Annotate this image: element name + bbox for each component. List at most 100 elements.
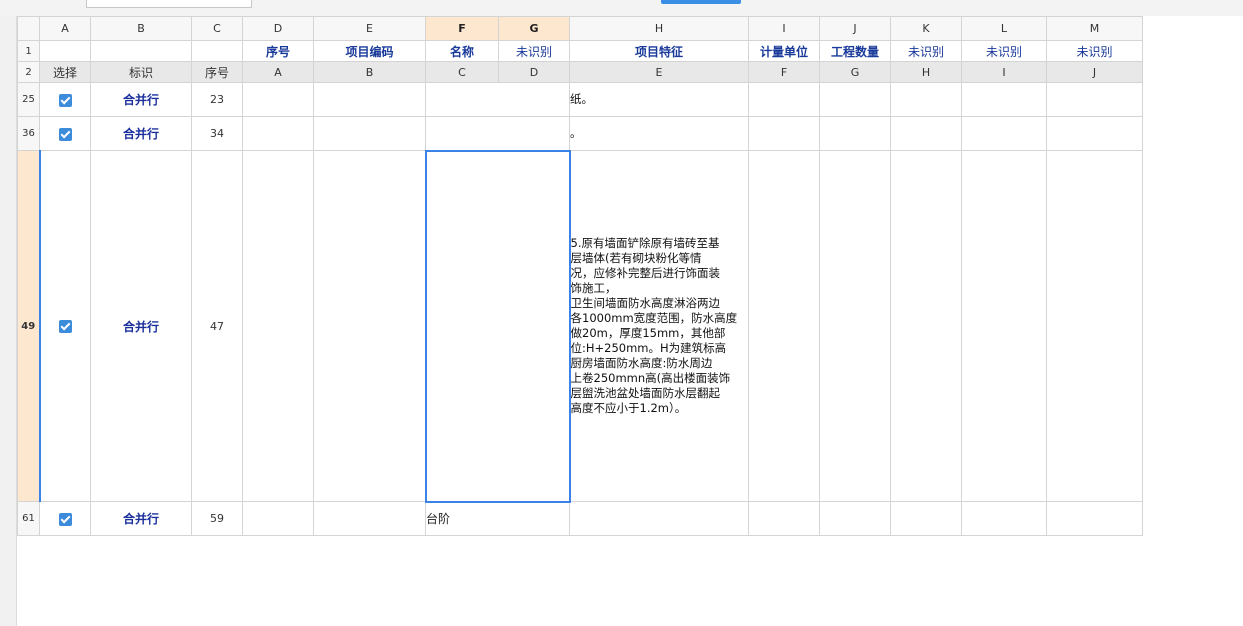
row-number[interactable]: 61: [17, 501, 40, 536]
cell-b1[interactable]: [90, 40, 192, 62]
cell-l1[interactable]: 未识别: [961, 40, 1047, 62]
cell-e1[interactable]: 项目编码: [313, 40, 426, 62]
col-header-m[interactable]: M: [1046, 16, 1143, 41]
select-cell[interactable]: [39, 116, 91, 151]
cell-m1[interactable]: 未识别: [1046, 40, 1143, 62]
col-header-f[interactable]: F: [425, 16, 499, 41]
col-header-i[interactable]: I: [748, 16, 820, 41]
cell[interactable]: [242, 501, 314, 536]
description-cell[interactable]: 5.原有墙面铲除原有墙砖至基 层墙体(若有砌块粉化等情 况，应修补完整后进行饰面…: [569, 150, 749, 502]
col-header-c[interactable]: C: [191, 16, 243, 41]
cell[interactable]: [1046, 116, 1143, 151]
row-number[interactable]: 49: [17, 150, 41, 502]
cell[interactable]: [242, 150, 314, 502]
cell-e2[interactable]: B: [313, 61, 426, 83]
corner-cell[interactable]: [17, 16, 40, 41]
checkbox-checked-icon[interactable]: [58, 127, 72, 141]
cell-a1[interactable]: [39, 40, 91, 62]
cell-g1[interactable]: 未识别: [498, 40, 570, 62]
row-number[interactable]: 25: [17, 82, 40, 117]
cell[interactable]: [1046, 150, 1143, 502]
cell[interactable]: [819, 116, 891, 151]
cell[interactable]: [819, 150, 891, 502]
search-input[interactable]: [86, 0, 252, 8]
cell[interactable]: [1046, 82, 1143, 117]
cell[interactable]: [890, 116, 962, 151]
cell-f1[interactable]: 名称: [425, 40, 499, 62]
cell-j1[interactable]: 工程数量: [819, 40, 891, 62]
cell[interactable]: [748, 150, 820, 502]
cell-k1[interactable]: 未识别: [890, 40, 962, 62]
name-cell[interactable]: 台阶: [425, 501, 570, 536]
cell-f2[interactable]: C: [425, 61, 499, 83]
cell-h2[interactable]: E: [569, 61, 749, 83]
select-cell[interactable]: [39, 150, 91, 502]
cell[interactable]: [313, 150, 426, 502]
tag-cell[interactable]: 合并行: [90, 116, 192, 151]
cell[interactable]: [819, 82, 891, 117]
cell[interactable]: [1046, 501, 1143, 536]
tag-cell[interactable]: 合并行: [90, 501, 192, 536]
cell-c2[interactable]: 序号: [191, 61, 243, 83]
row-number[interactable]: 1: [17, 40, 40, 62]
col-header-a[interactable]: A: [39, 16, 91, 41]
seq-cell[interactable]: 59: [191, 501, 243, 536]
cell[interactable]: [961, 501, 1047, 536]
description-cell[interactable]: [569, 501, 749, 536]
cell[interactable]: [242, 116, 314, 151]
col-header-d[interactable]: D: [242, 16, 314, 41]
col-header-b[interactable]: B: [90, 16, 192, 41]
cell-m2[interactable]: J: [1046, 61, 1143, 83]
col-header-k[interactable]: K: [890, 16, 962, 41]
cell[interactable]: [748, 82, 820, 117]
col-header-g[interactable]: G: [498, 16, 570, 41]
checkbox-checked-icon[interactable]: [58, 512, 72, 526]
col-header-j[interactable]: J: [819, 16, 891, 41]
cell[interactable]: [313, 501, 426, 536]
cell-g2[interactable]: D: [498, 61, 570, 83]
cell[interactable]: [748, 116, 820, 151]
checkbox-checked-icon[interactable]: [58, 320, 72, 333]
tag-cell[interactable]: 合并行: [90, 82, 192, 117]
cell[interactable]: [313, 82, 426, 117]
cell[interactable]: [961, 150, 1047, 502]
cell-j2[interactable]: G: [819, 61, 891, 83]
cell-b2[interactable]: 标识: [90, 61, 192, 83]
cell[interactable]: [961, 82, 1047, 117]
name-cell[interactable]: [425, 116, 570, 151]
select-cell[interactable]: [39, 82, 91, 117]
cell-a2[interactable]: 选择: [39, 61, 91, 83]
row-number[interactable]: 2: [17, 61, 40, 83]
description-cell[interactable]: 纸。: [569, 82, 749, 117]
seq-cell[interactable]: 34: [191, 116, 243, 151]
cell[interactable]: [890, 501, 962, 536]
name-cell[interactable]: [425, 82, 570, 117]
cell-d2[interactable]: A: [242, 61, 314, 83]
col-header-h[interactable]: H: [569, 16, 749, 41]
description-cell[interactable]: 。: [569, 116, 749, 151]
cell[interactable]: [819, 501, 891, 536]
cell-l2[interactable]: I: [961, 61, 1047, 83]
cell-c1[interactable]: [191, 40, 243, 62]
cell-h1[interactable]: 项目特征: [569, 40, 749, 62]
cell-d1[interactable]: 序号: [242, 40, 314, 62]
cell[interactable]: [961, 116, 1047, 151]
tag-cell[interactable]: 合并行: [90, 150, 192, 502]
cell[interactable]: [748, 501, 820, 536]
row-number[interactable]: 36: [17, 116, 40, 151]
cell-i1[interactable]: 计量单位: [748, 40, 820, 62]
checkbox-checked-icon[interactable]: [58, 93, 72, 107]
name-cell-selected[interactable]: [424, 149, 571, 503]
col-header-e[interactable]: E: [313, 16, 426, 41]
col-header-l[interactable]: L: [961, 16, 1047, 41]
cell[interactable]: [242, 82, 314, 117]
cell[interactable]: [890, 82, 962, 117]
cell-i2[interactable]: F: [748, 61, 820, 83]
seq-cell[interactable]: 47: [191, 150, 243, 502]
seq-cell[interactable]: 23: [191, 82, 243, 117]
select-cell[interactable]: [39, 501, 91, 536]
cell-k2[interactable]: H: [890, 61, 962, 83]
cell[interactable]: [313, 116, 426, 151]
cell[interactable]: [890, 150, 962, 502]
toolbar-action-button[interactable]: [661, 0, 741, 4]
